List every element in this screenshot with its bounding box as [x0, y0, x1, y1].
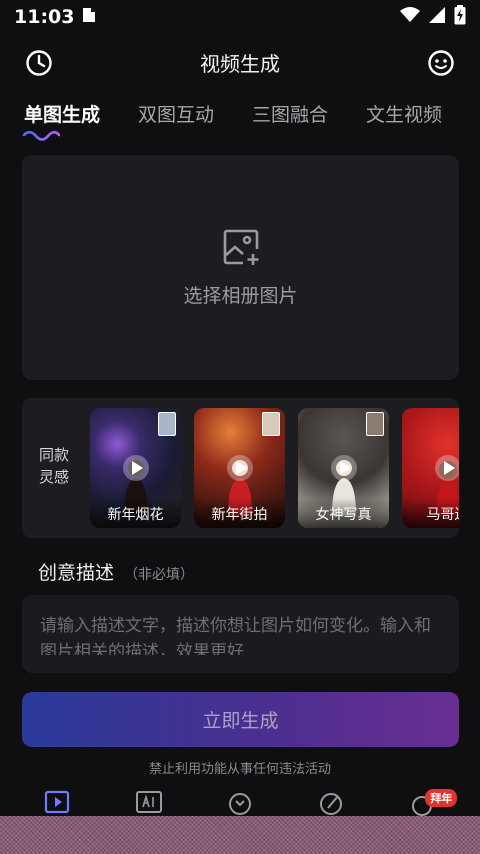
signal-icon: [428, 6, 446, 29]
upload-label: 选择相册图片: [183, 285, 298, 307]
nav-video[interactable]: [43, 788, 73, 816]
description-input[interactable]: [40, 613, 441, 655]
tab-single-image[interactable]: 单图生成: [24, 100, 100, 127]
description-heading: 创意描述 （非必填）: [38, 558, 194, 585]
nav-discover[interactable]: [225, 788, 255, 816]
tab-text-to-video[interactable]: 文生视频: [366, 100, 442, 127]
inspiration-item[interactable]: 马哥送: [402, 408, 459, 528]
clock-icon: [26, 50, 52, 76]
avatar: [366, 412, 384, 436]
description-optional-note: （非必填）: [124, 567, 195, 583]
ai-image-icon: [135, 791, 162, 813]
tab-active-indicator: [22, 130, 60, 141]
mode-tabs: 单图生成 双图互动 三图融合 文生视频: [0, 100, 480, 150]
compass-icon: [228, 793, 251, 815]
status-time: 11:03: [14, 6, 75, 28]
top-bar: 视频生成: [0, 40, 480, 84]
tab-triple-image[interactable]: 三图融合: [252, 100, 328, 127]
play-icon: [226, 455, 253, 481]
play-icon: [434, 455, 459, 481]
inspiration-item[interactable]: 新年街拍: [194, 408, 285, 528]
brush-icon: [320, 793, 343, 815]
description-title: 创意描述: [38, 562, 115, 584]
inspiration-label: 同款 灵感: [38, 446, 69, 486]
inspiration-item[interactable]: 女神写真: [298, 408, 389, 528]
battery-icon: [454, 4, 466, 30]
inspiration-caption: 新年烟花: [90, 498, 181, 528]
tab-double-image[interactable]: 双图互动: [138, 100, 214, 127]
nav-profile[interactable]: 拜年: [407, 788, 458, 816]
nav-create[interactable]: [316, 788, 346, 816]
video-ai-icon: [44, 790, 69, 814]
status-bar: 11:03: [0, 0, 480, 34]
upload-image-area[interactable]: 选择相册图片: [22, 155, 459, 380]
inspiration-caption: 马哥送: [402, 498, 459, 528]
screen-edge-pattern: [0, 816, 480, 854]
page-title: 视频生成: [200, 51, 280, 76]
avatar: [262, 412, 280, 436]
play-icon: [330, 455, 357, 481]
new-year-badge: 拜年: [425, 789, 458, 807]
generate-button[interactable]: 立即生成: [22, 692, 459, 747]
avatar: [158, 412, 176, 436]
notification-icon: [82, 6, 96, 28]
inspiration-panel: 同款 灵感 新年烟花 新年街拍 女神写真 马哥: [22, 398, 459, 538]
smiley-icon: [428, 50, 454, 76]
feedback-button[interactable]: [426, 48, 456, 78]
inspiration-item[interactable]: 新年烟花: [90, 408, 181, 528]
history-button[interactable]: [24, 48, 54, 78]
play-icon: [122, 455, 149, 481]
image-add-icon: [223, 229, 258, 265]
wifi-icon: [400, 6, 420, 28]
nav-ai-image[interactable]: [134, 788, 164, 816]
bottom-nav: 拜年: [0, 788, 480, 816]
inspiration-list: 新年烟花 新年街拍 女神写真 马哥送: [90, 408, 459, 528]
inspiration-caption: 女神写真: [298, 498, 389, 528]
description-box: [22, 595, 459, 673]
disclaimer-text: 禁止利用功能从事任何违法活动: [148, 762, 331, 777]
inspiration-caption: 新年街拍: [194, 498, 285, 528]
